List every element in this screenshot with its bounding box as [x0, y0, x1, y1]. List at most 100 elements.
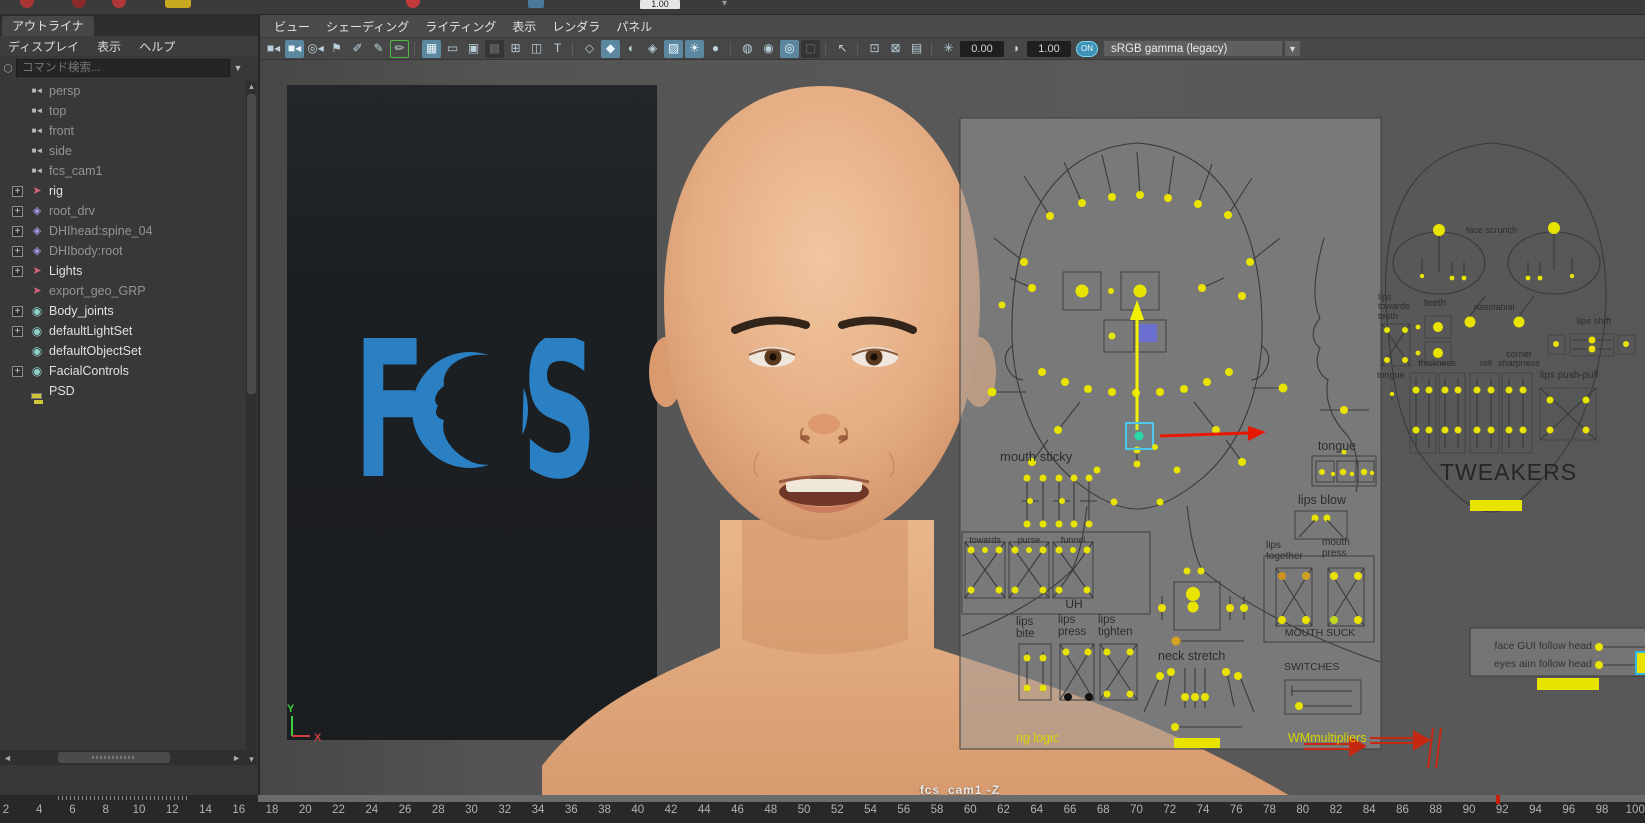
film-gate-icon[interactable]: ▭ — [443, 40, 462, 58]
frame-number[interactable]: 80 — [1288, 804, 1318, 816]
add-brush-icon[interactable]: ✎ — [369, 40, 388, 58]
image-plane-icon[interactable]: ▤ — [907, 40, 926, 58]
scroll-left-icon[interactable]: ◄ — [3, 753, 12, 763]
outliner-item-front[interactable]: ■◄front — [0, 121, 246, 141]
camera-aim-icon[interactable]: ◎◂ — [306, 40, 325, 58]
frame-number[interactable]: 40 — [623, 804, 653, 816]
frame-number[interactable]: 76 — [1221, 804, 1251, 816]
safe-action-icon[interactable]: ◫ — [527, 40, 546, 58]
exposure-icon[interactable]: ✳ — [939, 40, 958, 58]
frame-number[interactable]: 16 — [224, 804, 254, 816]
chevron-down-icon[interactable]: ▼ — [230, 63, 246, 73]
facial-gui-layer[interactable]: .ln { stroke:#3a3a3a; stroke-width:1.1; … — [942, 110, 1645, 780]
wireframe-on-shaded-icon[interactable]: ◈ — [643, 40, 662, 58]
outliner-item-side[interactable]: ■◄side — [0, 141, 246, 161]
transparency-icon[interactable]: ▢ — [801, 40, 820, 58]
rig-logic-slider-bar[interactable] — [1174, 738, 1220, 748]
viewport-canvas[interactable]: F S — [260, 60, 1645, 795]
frame-number[interactable]: 58 — [922, 804, 952, 816]
shelf-number-field[interactable]: 1.00 — [640, 0, 680, 9]
chevron-down-icon[interactable]: ▼ — [1285, 40, 1301, 57]
frame-number[interactable]: 78 — [1255, 804, 1285, 816]
menu-shading[interactable]: シェーディング — [326, 18, 409, 35]
shelf-icon[interactable] — [112, 0, 126, 8]
safe-title-icon[interactable]: T — [548, 40, 567, 58]
frame-number[interactable]: 24 — [357, 804, 387, 816]
frame-number[interactable]: 82 — [1321, 804, 1351, 816]
filter-icon[interactable]: ⬡ — [0, 62, 16, 75]
field-chart-icon[interactable]: ⊞ — [506, 40, 525, 58]
frame-number[interactable]: 18 — [257, 804, 287, 816]
menu-renderer[interactable]: レンダラ — [552, 18, 600, 35]
shelf-icon[interactable] — [165, 0, 191, 8]
camera-icon[interactable]: ■◂ — [264, 40, 283, 58]
frame-number[interactable]: 10 — [124, 804, 154, 816]
isolate-select-icon[interactable]: ⊡ — [865, 40, 884, 58]
shaded-cube-icon[interactable]: ◆ — [601, 40, 620, 58]
frame-number[interactable]: 90 — [1454, 804, 1484, 816]
textured-icon[interactable]: ◐ — [622, 40, 641, 58]
outliner-vertical-scrollbar[interactable]: ▲ ▼ — [246, 81, 257, 765]
frame-number[interactable]: 34 — [523, 804, 553, 816]
grid-icon[interactable]: ▦ — [422, 40, 441, 58]
anti-alias-icon[interactable]: ◎ — [780, 40, 799, 58]
frame-number[interactable]: 84 — [1354, 804, 1384, 816]
menu-view[interactable]: ビュー — [274, 18, 310, 35]
frame-number[interactable]: 30 — [457, 804, 487, 816]
frame-number[interactable]: 36 — [556, 804, 586, 816]
scroll-right-icon[interactable]: ► — [232, 753, 241, 763]
select-cursor-icon[interactable]: ↖ — [833, 40, 852, 58]
frame-number[interactable]: 88 — [1421, 804, 1451, 816]
time-slider[interactable]: 2468101214161820222426283032343638404244… — [0, 795, 1645, 823]
frame-number[interactable]: 72 — [1155, 804, 1185, 816]
colorspace-dropdown[interactable]: sRGB gamma (legacy) — [1103, 40, 1283, 57]
shelf-icon[interactable] — [406, 0, 420, 8]
frame-number[interactable]: 54 — [856, 804, 886, 816]
expand-icon[interactable]: + — [12, 206, 23, 217]
color-management-on-button[interactable]: ON — [1076, 41, 1098, 57]
shelf-icon[interactable] — [20, 0, 34, 8]
wireframe-cube-icon[interactable]: ◇ — [580, 40, 599, 58]
frame-number[interactable]: 68 — [1088, 804, 1118, 816]
selected-blue-control[interactable] — [1139, 324, 1157, 342]
frame-number[interactable]: 46 — [723, 804, 753, 816]
expand-icon[interactable]: + — [12, 326, 23, 337]
expand-icon[interactable]: + — [12, 226, 23, 237]
shadows-icon[interactable]: ● — [706, 40, 725, 58]
outliner-item-dhibody-root[interactable]: +◈DHIbody:root — [0, 241, 246, 261]
outliner-item-dhihead-spine-04[interactable]: +◈DHIhead:spine_04 — [0, 221, 246, 241]
menu-display[interactable]: ディスプレイ — [8, 38, 79, 55]
outliner-item-defaultlightset[interactable]: +◉defaultLightSet — [0, 321, 246, 341]
frame-number[interactable]: 96 — [1554, 804, 1584, 816]
outliner-item-body-joints[interactable]: +◉Body_joints — [0, 301, 246, 321]
frame-number[interactable]: 94 — [1521, 804, 1551, 816]
tab-outliner[interactable]: アウトライナ — [2, 16, 94, 36]
frame-number[interactable]: 14 — [191, 804, 221, 816]
bookmark-icon[interactable]: ⚑ — [327, 40, 346, 58]
motion-blur-icon[interactable]: ◉ — [759, 40, 778, 58]
expand-icon[interactable]: + — [12, 186, 23, 197]
outliner-item-export-geo-grp[interactable]: ➤export_geo_GRP — [0, 281, 246, 301]
frame-number[interactable]: 6 — [58, 804, 88, 816]
frame-number[interactable]: 26 — [390, 804, 420, 816]
outliner-horizontal-scrollbar[interactable]: ◄ ► — [0, 750, 246, 765]
frame-number[interactable]: 20 — [290, 804, 320, 816]
frame-number[interactable]: 74 — [1188, 804, 1218, 816]
outliner-item-persp[interactable]: ■◄persp — [0, 81, 246, 101]
resolution-gate-icon[interactable]: ▣ — [464, 40, 483, 58]
menu-help[interactable]: ヘルプ — [139, 38, 175, 55]
scrollbar-thumb[interactable] — [58, 752, 170, 763]
menu-lighting[interactable]: ライティング — [425, 18, 496, 35]
exposure-field[interactable]: 0.00 — [960, 41, 1004, 57]
current-frame-marker[interactable] — [1496, 795, 1500, 804]
tweakers-slider-bar[interactable] — [1470, 500, 1522, 511]
menu-show[interactable]: 表示 — [97, 38, 121, 55]
outliner-item-fcs-cam1[interactable]: ■◄fcs_cam1 — [0, 161, 246, 181]
frame-number[interactable]: 50 — [789, 804, 819, 816]
command-search-input[interactable] — [16, 59, 230, 77]
frame-number[interactable]: 28 — [423, 804, 453, 816]
outliner-item-facialcontrols[interactable]: +◉FacialControls — [0, 361, 246, 381]
outliner-item-defaultobjectset[interactable]: ◉defaultObjectSet — [0, 341, 246, 361]
expand-icon[interactable]: + — [12, 266, 23, 277]
frame-number[interactable]: 8 — [91, 804, 121, 816]
